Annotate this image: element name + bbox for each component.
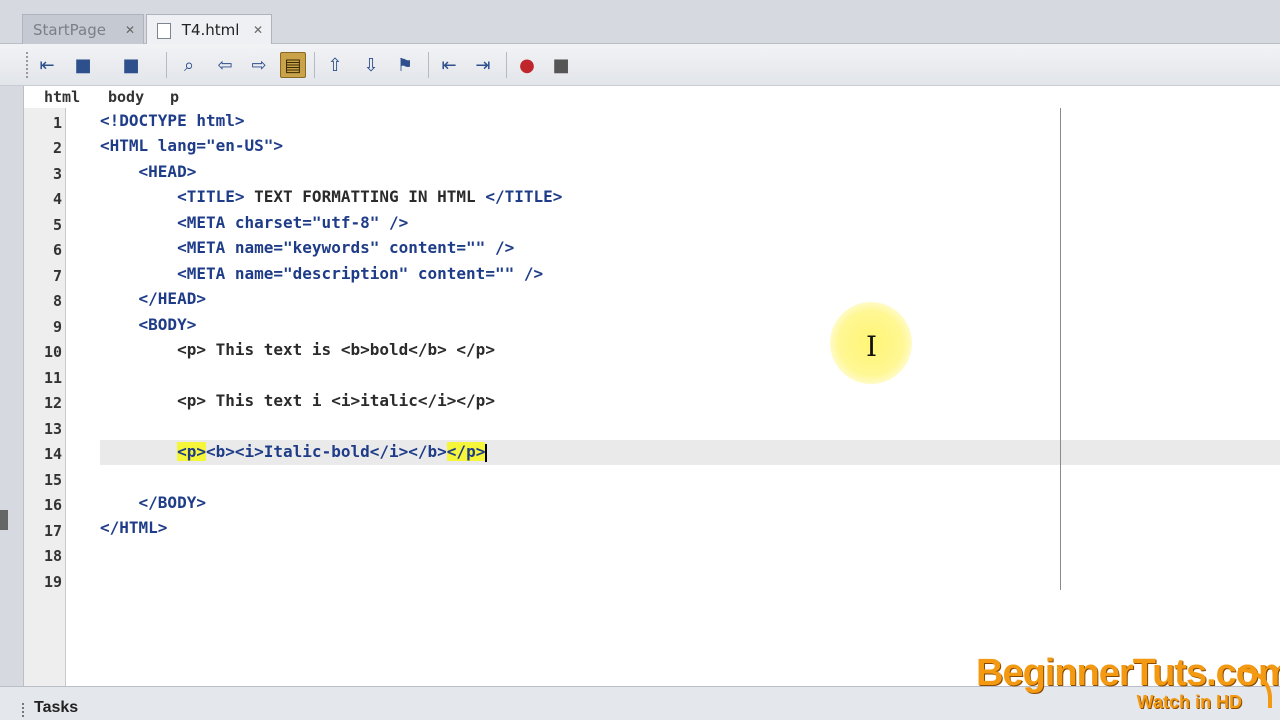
code-line-12: <p> This text i <i>italic</i></p> xyxy=(100,391,495,410)
line-number: 15 xyxy=(43,471,62,489)
toolbar-separator xyxy=(166,52,167,78)
code-line-4: <TITLE> TEXT FORMATTING IN HTML </TITLE> xyxy=(100,187,562,207)
panel-grip-icon[interactable] xyxy=(22,703,26,717)
line-number-gutter: 1 2 3 4 5 6 7 8 9 10 11 12 13 14 15 16 1… xyxy=(24,108,66,686)
line-number: 9 xyxy=(52,318,62,336)
line-number: 18 xyxy=(43,547,62,565)
toolbar-separator xyxy=(506,52,507,78)
record-macro-icon[interactable]: ● xyxy=(514,52,540,78)
html-file-icon xyxy=(157,22,171,39)
line-number: 7 xyxy=(52,267,62,285)
breadcrumb-item-html[interactable]: html xyxy=(44,88,80,106)
line-number: 4 xyxy=(52,190,62,208)
tab-start-page[interactable]: StartPage ✕ xyxy=(22,14,144,44)
line-number: 5 xyxy=(52,216,62,234)
text-caret xyxy=(485,443,488,462)
watermark-subtitle: Watch in HD xyxy=(1136,692,1242,712)
code-token: <b><i>Italic-bold</i></b> xyxy=(205,442,447,461)
toolbar-separator xyxy=(428,52,429,78)
shift-right-icon[interactable]: ⇥ xyxy=(470,52,496,78)
breadcrumb-item-p[interactable]: p xyxy=(170,88,179,106)
breadcrumb-item-body[interactable]: body xyxy=(108,88,144,106)
stop-macro-icon[interactable]: ■ xyxy=(548,52,574,78)
find-prev-icon[interactable]: ⇦ xyxy=(212,52,238,78)
toolbar-grip[interactable] xyxy=(26,52,30,78)
tab-t4-html[interactable]: T4.html ✕ xyxy=(146,14,272,44)
code-line-14: <p><b><i>Italic-bold</i></b></p> xyxy=(100,442,488,462)
tasks-label: Tasks xyxy=(34,699,79,716)
forward-icon[interactable]: ■ xyxy=(118,52,144,78)
close-icon[interactable]: ✕ xyxy=(125,15,135,45)
code-line-16: </BODY> xyxy=(100,493,206,512)
code-line-5: <META charset="utf-8" /> xyxy=(100,213,409,232)
editor-toolbar: ⇤ ■ ■ ⌕ ⇦ ⇨ ▤ ⇧ ⇩ ⚑ ⇤ ⇥ ● ■ xyxy=(0,44,1280,86)
line-number: 6 xyxy=(52,241,62,259)
forward-icon[interactable]: ■ xyxy=(70,52,96,78)
code-line-7: <META name="description" content="" /> xyxy=(100,264,544,283)
matched-tag-open: <p> xyxy=(177,442,206,461)
code-token: </TITLE> xyxy=(485,187,563,206)
line-number: 10 xyxy=(43,343,62,361)
line-number: 16 xyxy=(43,496,62,514)
code-line-10: <p> This text is <b>bold</b> </p> xyxy=(100,340,495,359)
close-icon[interactable]: ✕ xyxy=(253,15,263,45)
tab-label: StartPage xyxy=(33,21,106,39)
window-left-edge xyxy=(0,86,24,686)
ibeam-cursor-icon: I xyxy=(866,330,878,363)
code-line-9: <BODY> xyxy=(100,315,197,334)
line-number: 19 xyxy=(43,573,62,591)
line-number: 3 xyxy=(52,165,62,183)
shift-left-icon[interactable]: ⇤ xyxy=(436,52,462,78)
code-line-1: <!DOCTYPE html> xyxy=(100,111,245,130)
breadcrumb: html body p xyxy=(24,86,1280,108)
watermark-title: BeginnerTuts.com xyxy=(976,652,1280,694)
back-icon[interactable]: ⇤ xyxy=(34,52,60,78)
right-margin-line xyxy=(1060,108,1061,590)
code-token: TEXT FORMATTING IN HTML xyxy=(244,187,486,206)
line-number: 1 xyxy=(52,114,62,132)
toggle-highlight-icon[interactable]: ▤ xyxy=(280,52,306,78)
code-token: <TITLE> xyxy=(100,187,245,206)
line-number: 17 xyxy=(43,522,62,540)
line-number: 8 xyxy=(52,292,62,310)
editor-tab-bar: StartPage ✕ T4.html ✕ xyxy=(0,0,1280,44)
toggle-bookmark-icon[interactable]: ⚑ xyxy=(392,52,418,78)
code-line-2: <HTML lang="en-US"> xyxy=(100,136,284,155)
line-number: 13 xyxy=(43,420,62,438)
line-number: 11 xyxy=(43,369,62,387)
line-number: 14 xyxy=(43,445,62,463)
code-line-17: </HTML> xyxy=(100,518,168,537)
watermark-logo: BeginnerTuts.com Watch in HD xyxy=(976,652,1280,718)
side-panel-handle[interactable] xyxy=(0,510,8,530)
toolbar-separator xyxy=(314,52,315,78)
code-line-6: <META name="keywords" content="" /> xyxy=(100,238,515,257)
line-number: 2 xyxy=(52,139,62,157)
code-line-8: </HEAD> xyxy=(100,289,206,308)
tab-label: T4.html xyxy=(181,21,240,39)
prev-bookmark-icon[interactable]: ⇧ xyxy=(322,52,348,78)
line-number: 12 xyxy=(43,394,62,412)
code-line-3: <HEAD> xyxy=(100,162,197,181)
next-bookmark-icon[interactable]: ⇩ xyxy=(358,52,384,78)
search-icon[interactable]: ⌕ xyxy=(176,52,202,78)
matched-tag-close: </p> xyxy=(446,442,486,461)
find-next-icon[interactable]: ⇨ xyxy=(246,52,272,78)
